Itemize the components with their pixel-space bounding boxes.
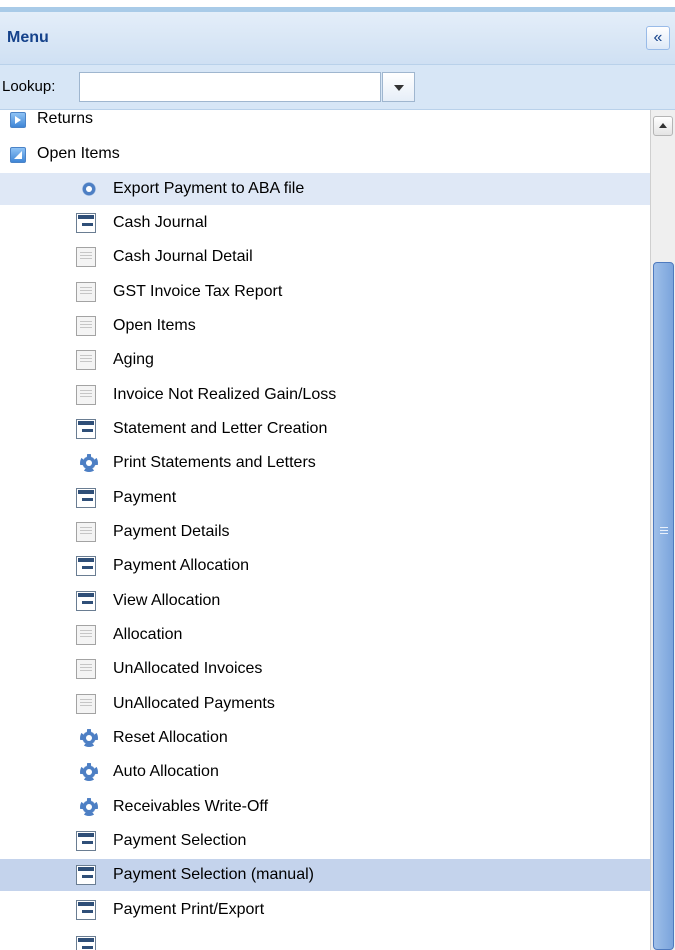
- scroll-up-button[interactable]: [653, 116, 673, 136]
- report-icon: [76, 694, 96, 714]
- tree-item-label: Cash Journal: [113, 214, 208, 231]
- report-icon: [76, 659, 96, 679]
- tree-item-label: GST Invoice Tax Report: [113, 283, 283, 300]
- top-border: [0, 0, 675, 12]
- tree-item-label: Aging: [113, 351, 154, 368]
- tree-item-label: Cash Journal Detail: [113, 248, 253, 265]
- menu-tree: Returns Open Items Export Payment to ABA…: [0, 110, 650, 950]
- window-icon: [76, 865, 96, 885]
- panel-title: Menu: [7, 29, 49, 46]
- tree-item-label: Allocation: [113, 626, 183, 643]
- tree-item-label: Open Items: [113, 317, 196, 334]
- gear-icon: [79, 728, 99, 748]
- window-icon: [76, 556, 96, 576]
- tree-item-payment-print-export[interactable]: Payment Print/Export: [0, 894, 650, 926]
- tree-item-receivables-write-off[interactable]: Receivables Write-Off: [0, 791, 650, 823]
- gear-icon: [79, 797, 99, 817]
- tree-item-allocation[interactable]: Allocation: [0, 619, 650, 651]
- tree-folder-open-items[interactable]: Open Items: [0, 138, 650, 170]
- tree-scrollbar[interactable]: [650, 110, 675, 950]
- window-icon: [76, 213, 96, 233]
- report-icon: [76, 350, 96, 370]
- lookup-bar: Lookup:: [0, 65, 675, 110]
- gear-icon: [79, 179, 99, 199]
- collapse-panel-button[interactable]: «: [646, 26, 670, 50]
- folder-expanded-icon[interactable]: [10, 147, 26, 163]
- tree-item-export-payment-aba[interactable]: Export Payment to ABA file: [0, 173, 650, 205]
- tree-item-cash-journal-detail[interactable]: Cash Journal Detail: [0, 241, 650, 273]
- gear-icon: [79, 762, 99, 782]
- tree-item-gst-invoice-tax-report[interactable]: GST Invoice Tax Report: [0, 276, 650, 308]
- tree-item-invoice-not-realized[interactable]: Invoice Not Realized Gain/Loss: [0, 379, 650, 411]
- report-icon: [76, 282, 96, 302]
- tree-folder-returns[interactable]: Returns: [0, 110, 650, 135]
- lookup-label: Lookup:: [2, 78, 56, 95]
- tree-item-label: Payment: [113, 489, 177, 506]
- tree-item-open-items-report[interactable]: Open Items: [0, 310, 650, 342]
- report-icon: [76, 316, 96, 336]
- tree-item-label: Reset Allocation: [113, 729, 228, 746]
- tree-item-label: UnAllocated Payments: [113, 695, 275, 712]
- report-icon: [76, 385, 96, 405]
- report-icon: [76, 247, 96, 267]
- tree-item-reset-allocation[interactable]: Reset Allocation: [0, 722, 650, 754]
- tree-item-label: Receivables Write-Off: [113, 798, 269, 815]
- tree-item-label: Payment Details: [113, 523, 230, 540]
- tree-item-payment[interactable]: Payment: [0, 482, 650, 514]
- report-icon: [76, 625, 96, 645]
- window-icon: [76, 900, 96, 920]
- tree-item-label: Print Statements and Letters: [113, 454, 316, 471]
- menu-panel-header: Menu «: [0, 12, 675, 65]
- window-icon: [76, 831, 96, 851]
- folder-collapsed-icon[interactable]: [10, 112, 26, 128]
- tree-item-label: Payment Selection (manual): [113, 866, 314, 883]
- tree-item-payment-selection[interactable]: Payment Selection: [0, 825, 650, 857]
- window-icon: [76, 488, 96, 508]
- window-icon: [76, 591, 96, 611]
- tree-item-label: View Allocation: [113, 592, 221, 609]
- tree-item-label: Open Items: [37, 145, 120, 162]
- tree-item-label: Payment Allocation: [113, 557, 250, 574]
- tree-item-unallocated-payments[interactable]: UnAllocated Payments: [0, 688, 650, 720]
- tree-item-cash-journal[interactable]: Cash Journal: [0, 207, 650, 239]
- tree-item-print-statements[interactable]: Print Statements and Letters: [0, 447, 650, 479]
- tree-item-partial[interactable]: [0, 930, 650, 950]
- tree-item-label: Payment Selection: [113, 832, 247, 849]
- tree-item-payment-details[interactable]: Payment Details: [0, 516, 650, 548]
- window-icon: [76, 936, 96, 950]
- tree-item-view-allocation[interactable]: View Allocation: [0, 585, 650, 617]
- tree-item-payment-selection-manual[interactable]: Payment Selection (manual): [0, 859, 650, 891]
- tree-item-label: Payment Print/Export: [113, 901, 265, 918]
- lookup-input[interactable]: [79, 72, 381, 102]
- gear-icon: [79, 453, 99, 473]
- tree-item-unallocated-invoices[interactable]: UnAllocated Invoices: [0, 653, 650, 685]
- scroll-thumb[interactable]: [653, 262, 674, 950]
- tree-item-label: Returns: [37, 110, 94, 127]
- tree-item-auto-allocation[interactable]: Auto Allocation: [0, 756, 650, 788]
- tree-item-statement-letter-creation[interactable]: Statement and Letter Creation: [0, 413, 650, 445]
- tree-item-label: Export Payment to ABA file: [113, 180, 305, 197]
- lookup-dropdown-button[interactable]: [382, 72, 415, 102]
- tree-item-label: Statement and Letter Creation: [113, 420, 328, 437]
- tree-item-label: Auto Allocation: [113, 763, 219, 780]
- tree-item-aging[interactable]: Aging: [0, 344, 650, 376]
- tree-item-payment-allocation[interactable]: Payment Allocation: [0, 550, 650, 582]
- window-icon: [76, 419, 96, 439]
- tree-item-label: UnAllocated Invoices: [113, 660, 263, 677]
- report-icon: [76, 522, 96, 542]
- scroll-grip-icon: [660, 527, 668, 536]
- tree-item-label: Invoice Not Realized Gain/Loss: [113, 386, 337, 403]
